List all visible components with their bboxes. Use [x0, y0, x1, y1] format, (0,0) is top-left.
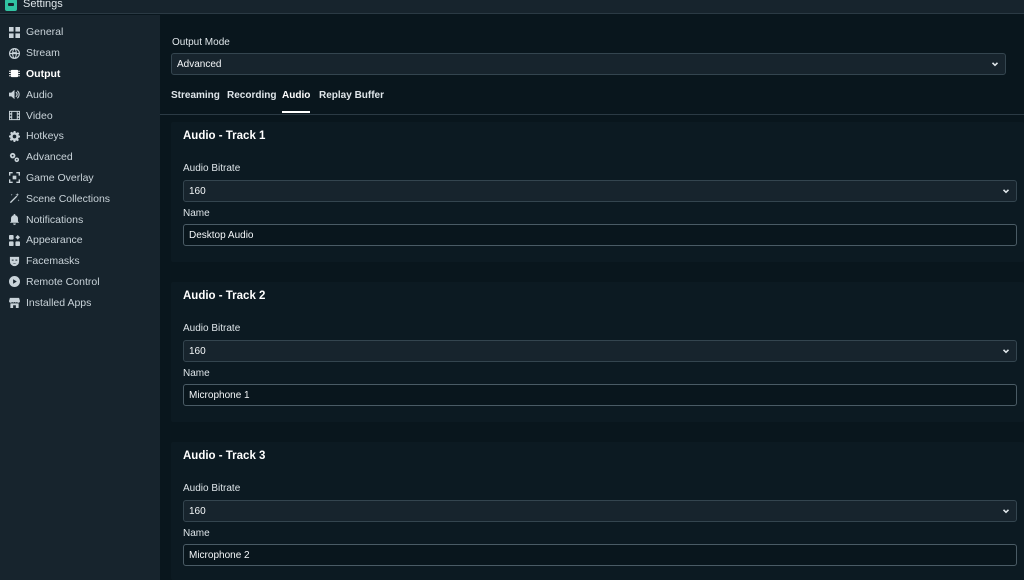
- audio-track-3-section: Audio - Track 3 Audio Bitrate 160 Name M…: [171, 442, 1024, 580]
- settings-nav: General Stream Output Audio Video Hotkey…: [0, 15, 160, 313]
- tab-audio[interactable]: Audio: [282, 90, 311, 113]
- window-title: Settings: [23, 0, 63, 10]
- sidebar-item-label: Audio: [26, 88, 53, 101]
- sidebar-item-scene-collections[interactable]: Scene Collections: [0, 188, 160, 209]
- track-title: Audio - Track 3: [183, 450, 266, 462]
- tab-recording[interactable]: Recording: [227, 90, 276, 111]
- audio-bitrate-select[interactable]: 160: [183, 500, 1017, 522]
- audio-bitrate-label: Audio Bitrate: [183, 323, 241, 334]
- apps-icon: [9, 234, 20, 246]
- sidebar-item-general[interactable]: General: [0, 22, 160, 43]
- sidebar-item-label: Hotkeys: [26, 130, 64, 143]
- gears-icon: [9, 152, 20, 163]
- track-name-value: Microphone 2: [189, 549, 250, 561]
- audio-track-2-section: Audio - Track 2 Audio Bitrate 160 Name M…: [171, 282, 1024, 422]
- sidebar-item-installed-apps[interactable]: Installed Apps: [0, 292, 160, 313]
- audio-bitrate-select[interactable]: 160: [183, 340, 1017, 362]
- mask-icon: [9, 256, 20, 267]
- globe-icon: [9, 47, 20, 59]
- gear-icon: [9, 130, 20, 142]
- bell-icon: [9, 214, 20, 225]
- grid-icon: [9, 26, 20, 38]
- chevron-down-icon: [990, 59, 1000, 69]
- sidebar-item-label: Stream: [26, 47, 60, 60]
- track-name-value: Microphone 1: [189, 389, 250, 401]
- track-name-label: Name: [183, 208, 210, 219]
- sidebar-item-game-overlay[interactable]: Game Overlay: [0, 168, 160, 189]
- overlay-icon: [9, 172, 20, 184]
- tab-replay-buffer[interactable]: Replay Buffer: [319, 90, 384, 111]
- track-name-input[interactable]: Microphone 1: [183, 384, 1017, 406]
- sidebar-item-facemasks[interactable]: Facemasks: [0, 251, 160, 272]
- sidebar-item-notifications[interactable]: Notifications: [0, 209, 160, 230]
- wand-icon: [9, 193, 20, 204]
- track-title: Audio - Track 2: [183, 290, 266, 302]
- chevron-down-icon: [1001, 186, 1011, 196]
- sidebar-item-hotkeys[interactable]: Hotkeys: [0, 126, 160, 147]
- sidebar-item-label: Game Overlay: [26, 171, 94, 184]
- audio-track-1-section: Audio - Track 1 Audio Bitrate 160 Name D…: [171, 122, 1024, 262]
- sidebar-item-appearance[interactable]: Appearance: [0, 230, 160, 251]
- sidebar-item-stream[interactable]: Stream: [0, 43, 160, 64]
- sidebar-item-audio[interactable]: Audio: [0, 84, 160, 105]
- chevron-down-icon: [1001, 506, 1011, 516]
- audio-bitrate-select[interactable]: 160: [183, 180, 1017, 202]
- output-mode-select[interactable]: Advanced: [171, 53, 1006, 75]
- play-circle-icon: [9, 276, 20, 288]
- audio-bitrate-label: Audio Bitrate: [183, 163, 241, 174]
- sidebar-item-label: Output: [26, 67, 61, 80]
- track-title: Audio - Track 1: [183, 130, 266, 142]
- track-name-value: Desktop Audio: [189, 229, 254, 241]
- store-icon: [9, 297, 20, 309]
- audio-bitrate-value: 160: [189, 345, 206, 357]
- output-mode-label: Output Mode: [172, 37, 230, 48]
- sidebar-item-output[interactable]: Output: [0, 64, 160, 85]
- sidebar-item-label: Video: [26, 109, 53, 122]
- settings-content: Output Mode Advanced Streaming Recording…: [160, 26, 1024, 580]
- sidebar-item-label: Advanced: [26, 151, 73, 164]
- app-logo-icon: [5, 0, 17, 11]
- chip-icon: [9, 68, 20, 79]
- output-tabs: Streaming Recording Audio Replay Buffer: [160, 84, 1024, 115]
- title-bar: Settings: [0, 0, 1024, 14]
- film-icon: [9, 110, 20, 121]
- sidebar-item-label: General: [26, 26, 64, 39]
- sidebar-item-label: Installed Apps: [26, 296, 92, 309]
- sidebar-item-label: Remote Control: [26, 275, 100, 288]
- speaker-icon: [9, 89, 20, 100]
- audio-bitrate-label: Audio Bitrate: [183, 483, 241, 494]
- sidebar-item-label: Appearance: [26, 234, 83, 247]
- output-mode-value: Advanced: [177, 58, 222, 70]
- track-name-input[interactable]: Microphone 2: [183, 544, 1017, 566]
- track-name-label: Name: [183, 368, 210, 379]
- track-name-label: Name: [183, 528, 210, 539]
- settings-sidebar: General Stream Output Audio Video Hotkey…: [0, 15, 160, 580]
- sidebar-item-advanced[interactable]: Advanced: [0, 147, 160, 168]
- audio-bitrate-value: 160: [189, 185, 206, 197]
- chevron-down-icon: [1001, 346, 1011, 356]
- sidebar-item-video[interactable]: Video: [0, 105, 160, 126]
- track-name-input[interactable]: Desktop Audio: [183, 224, 1017, 246]
- sidebar-item-label: Notifications: [26, 213, 84, 226]
- sidebar-item-label: Facemasks: [26, 255, 80, 268]
- tab-streaming[interactable]: Streaming: [171, 90, 220, 111]
- sidebar-item-remote-control[interactable]: Remote Control: [0, 272, 160, 293]
- sidebar-item-label: Scene Collections: [26, 192, 111, 205]
- audio-bitrate-value: 160: [189, 505, 206, 517]
